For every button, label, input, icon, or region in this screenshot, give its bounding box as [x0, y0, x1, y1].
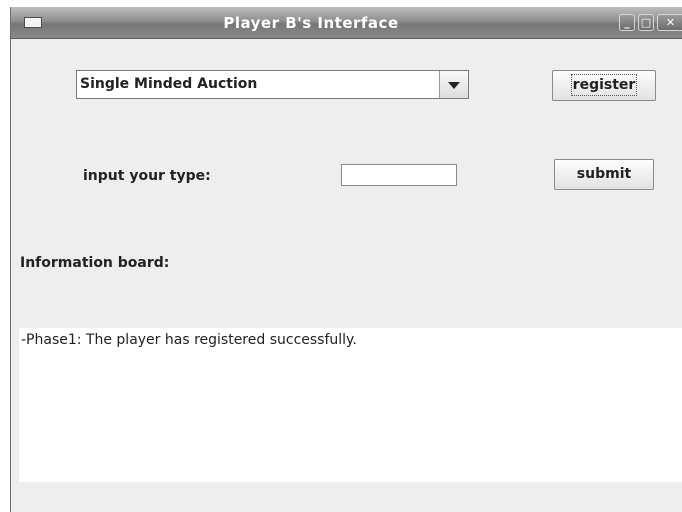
info-line: -Phase1: The player has registered succe…: [21, 332, 357, 348]
register-button-label: register: [570, 74, 638, 96]
title-bar[interactable]: Player B's Interface _ □ ✕: [11, 7, 682, 39]
dropdown-arrow-button[interactable]: [439, 71, 468, 98]
submit-button[interactable]: submit: [554, 159, 654, 190]
information-board-label: Information board:: [20, 255, 170, 271]
app-window: Player B's Interface _ □ ✕ Single Minded…: [10, 7, 682, 512]
type-input[interactable]: [341, 164, 457, 186]
type-label: input your type:: [83, 168, 211, 184]
information-board[interactable]: -Phase1: The player has registered succe…: [19, 328, 682, 482]
register-button[interactable]: register: [552, 70, 656, 101]
close-button[interactable]: ✕: [657, 14, 682, 31]
auction-type-selected: Single Minded Auction: [80, 76, 258, 92]
auction-type-dropdown[interactable]: Single Minded Auction: [76, 70, 469, 99]
chevron-down-icon: [448, 82, 460, 89]
window-title: Player B's Interface: [223, 14, 399, 32]
minimize-button[interactable]: _: [619, 14, 635, 31]
maximize-button[interactable]: □: [638, 14, 654, 31]
